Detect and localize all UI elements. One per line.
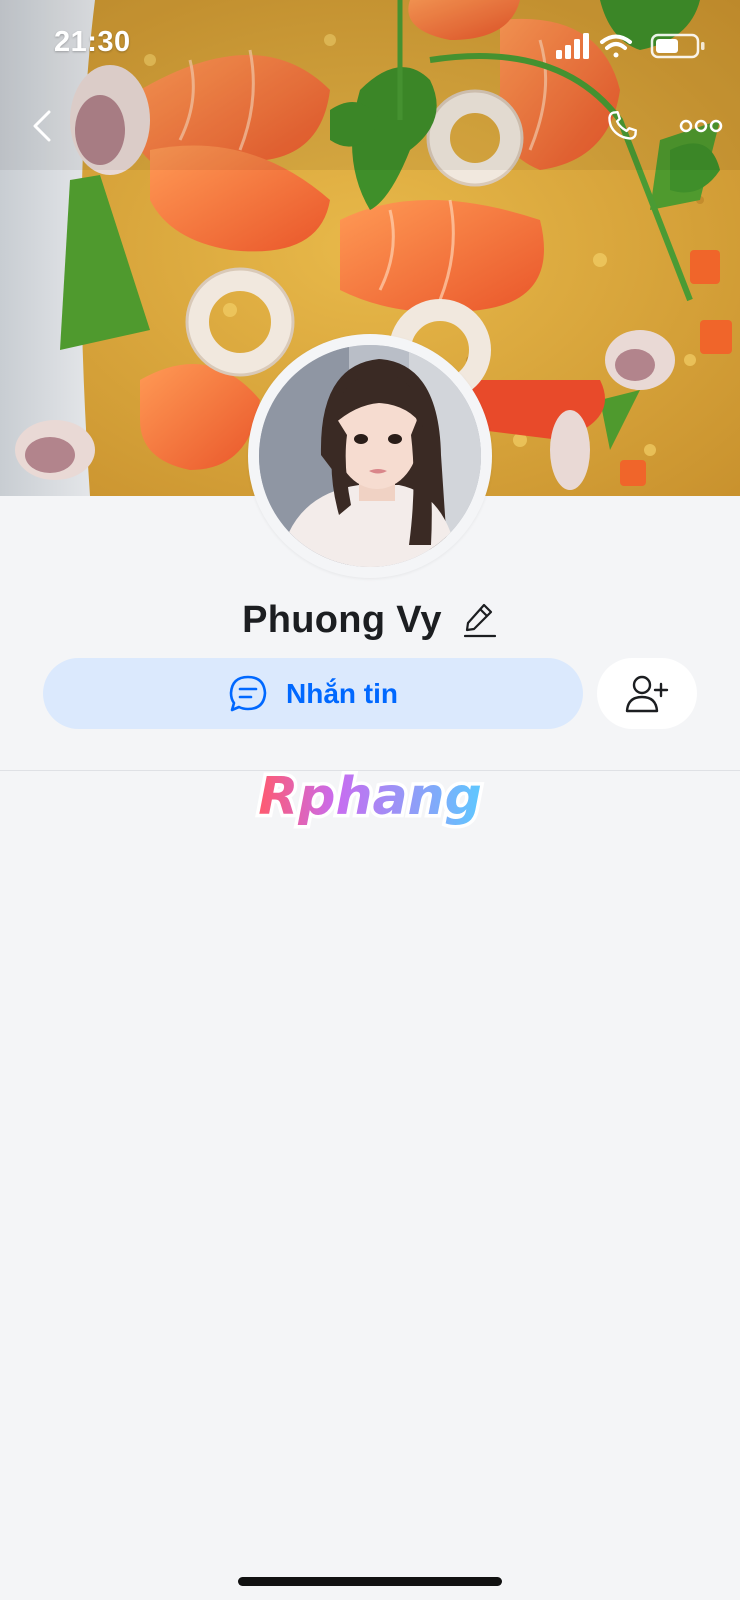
- call-button[interactable]: [600, 104, 644, 148]
- back-button[interactable]: [22, 104, 62, 148]
- profile-name-row: Phuong Vy: [0, 592, 740, 648]
- add-user-icon: [625, 675, 669, 712]
- status-time: 21:30: [54, 26, 131, 58]
- message-button[interactable]: Nhắn tin: [43, 658, 583, 729]
- chevron-left-icon: [33, 110, 51, 142]
- home-indicator[interactable]: [238, 1577, 502, 1586]
- chat-bubble-icon: [229, 675, 267, 711]
- edit-name-button[interactable]: [462, 600, 498, 640]
- battery-icon: [650, 33, 705, 59]
- avatar-photo: [259, 345, 481, 567]
- profile-screen: 21:30 Phuong Vy Nhắn tin Rphang Rphang: [0, 0, 740, 1600]
- more-options-button[interactable]: [676, 108, 726, 144]
- add-friend-button[interactable]: [597, 658, 697, 729]
- watermark-text: Rphang: [258, 767, 482, 827]
- message-button-label: Nhắn tin: [286, 677, 398, 709]
- cellular-signal-icon: [556, 33, 589, 59]
- avatar[interactable]: [259, 345, 481, 567]
- more-dots-icon: [679, 119, 723, 133]
- phone-icon: [608, 111, 637, 140]
- status-bar: 21:30: [0, 0, 740, 90]
- pencil-icon: [463, 603, 496, 638]
- watermark-logo: Rphang Rphang: [255, 764, 486, 831]
- status-icons: [556, 33, 705, 59]
- wifi-icon: [600, 34, 632, 58]
- profile-name: Phuong Vy: [242, 598, 442, 641]
